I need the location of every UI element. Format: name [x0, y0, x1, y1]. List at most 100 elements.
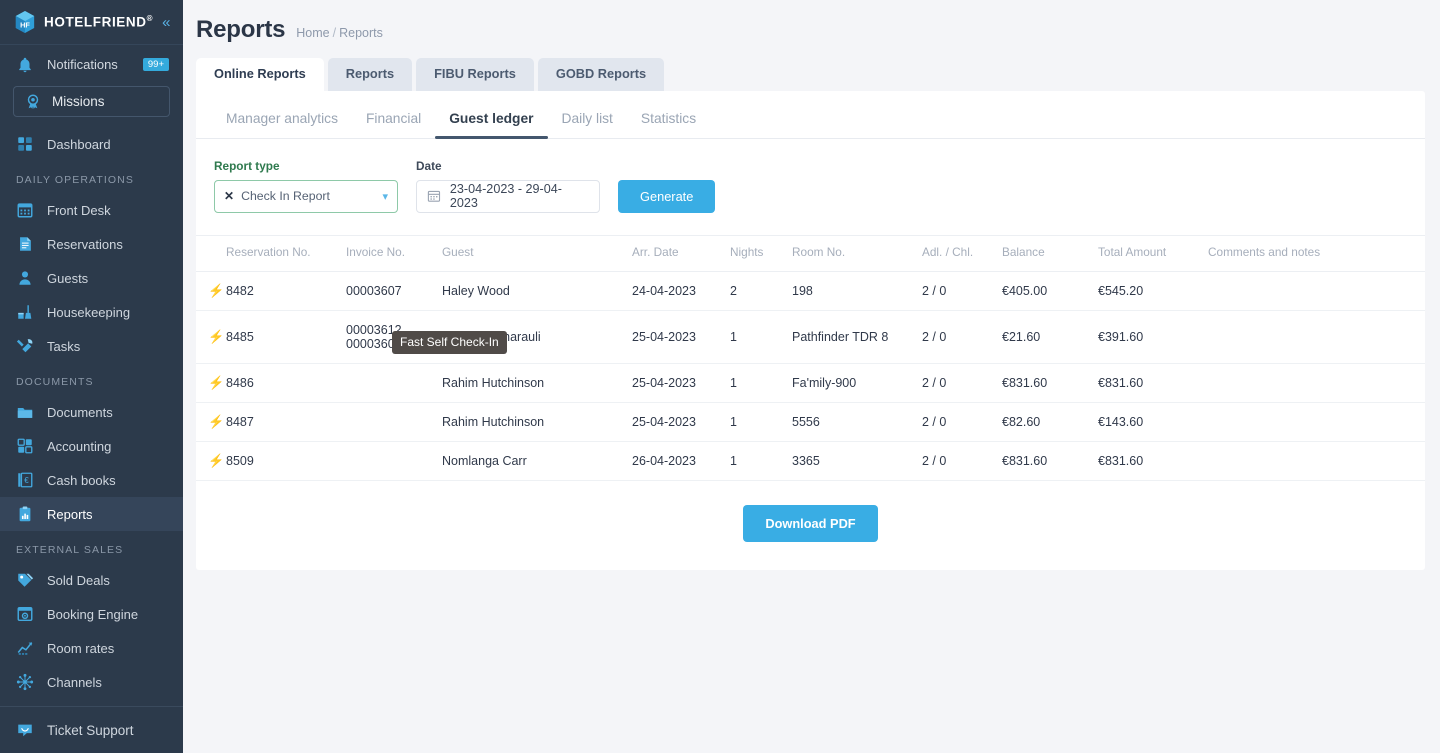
brand-name: HOTELFRIEND® [44, 14, 154, 30]
sidebar-item-accounting[interactable]: Accounting [0, 429, 183, 463]
column-header-bolt [196, 234, 222, 272]
cell-arr-date: 25-04-2023 [628, 363, 726, 403]
cell-room-no: Pathfinder TDR 8 [788, 310, 918, 364]
svg-text:HF: HF [20, 21, 30, 30]
column-header-total-amount: Total Amount [1094, 234, 1204, 272]
subtab-statistics[interactable]: Statistics [627, 105, 710, 138]
table-row[interactable]: ⚡ 8486 Rahim Hutchinson 25-04-2023 1 Fa'… [196, 363, 1425, 403]
cell-reservation-no: 8487 [222, 402, 342, 442]
cell-adl-chl: 2 / 0 [918, 310, 998, 364]
chevron-down-icon[interactable]: ▾ [382, 190, 388, 203]
sidebar-item-booking-engine[interactable]: Booking Engine [0, 597, 183, 631]
column-header-arr-date: Arr. Date [628, 234, 726, 272]
table-row[interactable]: ⚡ 8485 00003612, 00003609 Martha Kamarau… [196, 310, 1425, 364]
sidebar-item-front-desk[interactable]: Front Desk [0, 193, 183, 227]
sidebar-label-tasks: Tasks [47, 338, 81, 354]
cell-comments [1204, 402, 1425, 442]
cell-nights: 1 [726, 402, 788, 442]
sidebar-item-cash-books[interactable]: € Cash books [0, 463, 183, 497]
column-header-nights: Nights [726, 234, 788, 272]
sidebar-label-room-rates: Room rates [47, 640, 115, 656]
column-header-adl-chl: Adl. / Chl. [918, 234, 998, 272]
column-header-comments: Comments and notes [1204, 234, 1425, 272]
fast-self-checkin-bolt-icon[interactable]: ⚡ [208, 454, 224, 467]
notifications-badge: 99+ [142, 57, 169, 72]
table-header: Reservation No. Invoice No. Guest Arr. D… [196, 234, 1425, 272]
sidebar-collapse-icon[interactable]: « [161, 13, 171, 32]
network-nodes-icon [16, 673, 34, 691]
clipboard-chart-icon [19, 506, 31, 522]
tab-reports[interactable]: Reports [327, 58, 413, 91]
table-row[interactable]: ⚡ 8487 Rahim Hutchinson 25-04-2023 1 555… [196, 402, 1425, 442]
browser-gear-icon [17, 606, 33, 622]
sidebar-item-sold-deals[interactable]: Sold Deals [0, 563, 183, 597]
sidebar-item-dashboard[interactable]: Dashboard [0, 127, 183, 161]
breadcrumb-current: Reports [339, 26, 383, 40]
cell-guest: Rahim Hutchinson [438, 363, 628, 403]
download-pdf-button[interactable]: Download PDF [743, 504, 878, 542]
tab-fibu-reports[interactable]: FIBU Reports [416, 58, 534, 91]
sidebar-label-notifications: Notifications [47, 57, 118, 72]
sidebar-item-tasks[interactable]: Tasks [0, 329, 183, 363]
cell-total-amount: €831.60 [1094, 441, 1204, 481]
fast-self-checkin-bolt-icon[interactable]: ⚡ [208, 284, 224, 297]
cell-comments [1204, 441, 1425, 481]
date-range-value: 23-04-2023 - 29-04-2023 [449, 182, 562, 211]
sidebar-label-front-desk: Front Desk [47, 202, 111, 218]
guest-ledger-table: Reservation No. Invoice No. Guest Arr. D… [196, 234, 1425, 481]
fast-self-checkin-bolt-icon[interactable]: ⚡ [208, 376, 224, 389]
cell-arr-date: 25-04-2023 [628, 402, 726, 442]
subtab-guest-ledger[interactable]: Guest ledger [435, 105, 548, 139]
cell-reservation-no: 8509 [222, 441, 342, 481]
cell-room-no: Fa'mily-900 [788, 363, 918, 403]
sidebar-item-guests[interactable]: Guests [0, 261, 183, 295]
date-range-input[interactable]: 23-04-2023 - 29-04-2023 [416, 179, 600, 213]
tab-online-reports[interactable]: Online Reports [196, 58, 324, 91]
sidebar-group-title-documents: DOCUMENTS [16, 376, 94, 388]
report-type-value: Check In Report [241, 189, 330, 204]
cell-adl-chl: 2 / 0 [918, 363, 998, 403]
table-header-row: Reservation No. Invoice No. Guest Arr. D… [196, 234, 1425, 272]
table-row[interactable]: ⚡ 8509 Nomlanga Carr 26-04-2023 1 3365 2… [196, 441, 1425, 481]
subtab-daily-list[interactable]: Daily list [548, 105, 627, 138]
cell-total-amount: €545.20 [1094, 271, 1204, 311]
sidebar-item-channels[interactable]: Channels [0, 665, 183, 699]
main-content: Reports Home / Reports Online Reports Repo… [183, 0, 1440, 753]
document-lines-icon [20, 237, 31, 251]
cell-adl-chl: 2 / 0 [918, 271, 998, 311]
breadcrumb-separator: / [332, 26, 337, 40]
bell-icon [19, 57, 31, 72]
sidebar-item-reports[interactable]: Reports [0, 497, 183, 531]
sidebar-item-notifications[interactable]: Notifications 99+ [0, 45, 183, 84]
date-field: Date 23-04-2023 - 29-04-2023 [416, 159, 600, 213]
chart-up-icon [17, 642, 33, 655]
report-type-select[interactable]: ✕ Check In Report ▾ [214, 179, 398, 213]
top-tab-bar: Online Reports Reports FIBU Reports GOBD… [183, 44, 1440, 91]
sidebar-item-room-rates[interactable]: Room rates [0, 631, 183, 665]
reports-card: Manager analytics Financial Guest ledger… [196, 90, 1425, 570]
cell-room-no: 198 [788, 271, 918, 311]
sidebar-item-missions[interactable]: Missions [13, 86, 170, 117]
table-row[interactable]: ⚡ 8482 00003607 Haley Wood 24-04-2023 2 … [196, 271, 1425, 311]
column-header-balance: Balance [998, 234, 1094, 272]
tab-gobd-reports[interactable]: GOBD Reports [537, 58, 665, 91]
sidebar-item-housekeeping[interactable]: Housekeeping [0, 295, 183, 329]
cell-reservation-no: 8482 [222, 271, 342, 311]
sidebar-item-ticket-support[interactable]: Ticket Support [0, 706, 183, 753]
sidebar-item-reservations[interactable]: Reservations [0, 227, 183, 261]
cell-balance: €21.60 [998, 310, 1094, 364]
sidebar-item-documents[interactable]: Documents [0, 395, 183, 429]
fast-self-checkin-bolt-icon[interactable]: ⚡ [208, 415, 224, 428]
sidebar-label-channels: Channels [47, 674, 102, 690]
generate-button[interactable]: Generate [618, 179, 716, 213]
column-header-guest: Guest [438, 234, 628, 272]
subtab-financial[interactable]: Financial [352, 105, 435, 138]
fast-self-checkin-bolt-icon[interactable]: ⚡ [208, 330, 224, 343]
close-x-icon[interactable]: ✕ [224, 189, 234, 203]
breadcrumb-home[interactable]: Home [296, 26, 329, 40]
subtab-manager-analytics[interactable]: Manager analytics [212, 105, 352, 138]
cell-room-no: 5556 [788, 402, 918, 442]
app-root: HF HOTELFRIEND® « Notifications 99+ Miss… [0, 0, 1440, 753]
cell-room-no: 3365 [788, 441, 918, 481]
